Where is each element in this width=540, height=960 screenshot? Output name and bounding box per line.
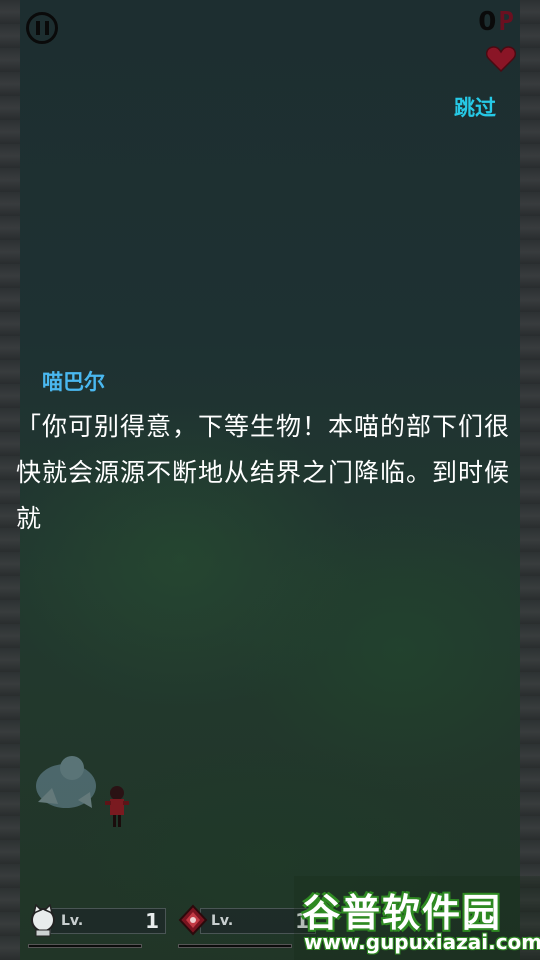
- level-box: Lv. 1: [50, 908, 166, 934]
- right-border: [520, 0, 540, 960]
- score-value: 0: [478, 7, 497, 37]
- level-progress-bar: [28, 944, 142, 948]
- score-display: 0 P: [478, 6, 514, 38]
- watermark-title: 谷普软件园: [302, 891, 503, 935]
- game-stage: 0 P 跳过 喵巴尔 「你可别得意，下等生物！本喵的部下们很快就会源源不断地从结…: [0, 0, 540, 960]
- level-progress-bar: [178, 944, 292, 948]
- pause-icon: [35, 21, 40, 35]
- level-panel-1: Lv. 1: [28, 904, 166, 948]
- cat-sprite: [36, 756, 96, 808]
- site-watermark: 谷普软件园 www.gupuxiazai.com: [294, 876, 540, 960]
- score-unit: P: [498, 7, 514, 37]
- player-sprite: [105, 786, 129, 827]
- cat-head-icon: [31, 904, 55, 937]
- level-label: Lv.: [61, 913, 84, 929]
- watermark-url: www.gupuxiazai.com: [304, 930, 540, 954]
- pause-icon-bar: [44, 21, 49, 35]
- level-value: 1: [145, 909, 159, 933]
- skip-button[interactable]: 跳过: [454, 92, 496, 122]
- level-panel-2: Lv. 1: [178, 904, 316, 948]
- dialogue-text[interactable]: 「你可别得意，下等生物！本喵的部下们很快就会源源不断地从结界之门降临。到时候就: [16, 404, 512, 542]
- heart-icon: [486, 46, 516, 72]
- pause-button[interactable]: [26, 12, 58, 44]
- speaker-name: 喵巴尔: [42, 370, 105, 394]
- red-diamond-icon: [178, 904, 208, 936]
- level-label: Lv.: [211, 913, 234, 929]
